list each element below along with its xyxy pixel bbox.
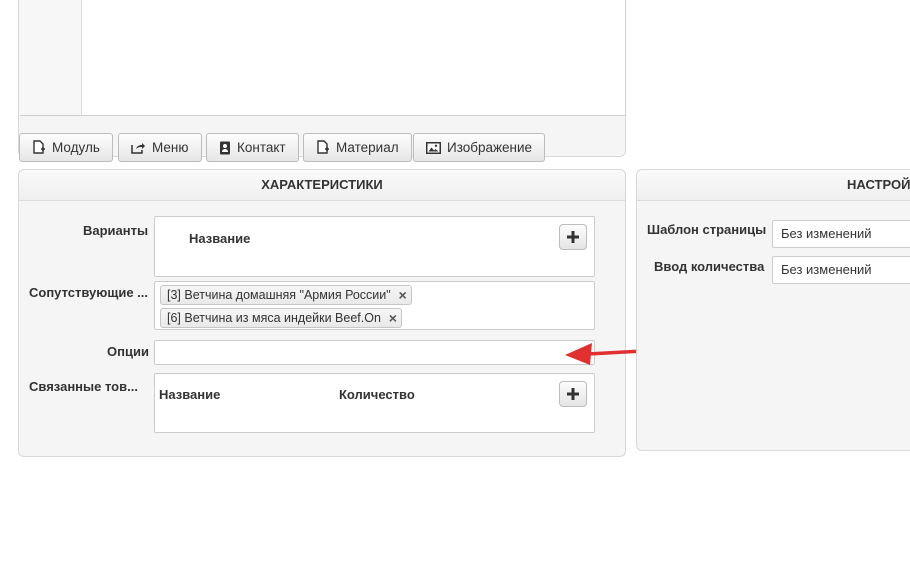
file-plus-icon <box>317 140 329 154</box>
text-editor-area[interactable] <box>20 0 626 116</box>
insert-contact-button[interactable]: Контакт <box>206 133 299 162</box>
insert-article-button[interactable]: Материал <box>303 133 412 162</box>
related-product-tag-label: [6] Ветчина из мяса индейки Beef.On <box>167 311 381 325</box>
share-icon <box>131 143 145 154</box>
settings-title: НАСТРОЙ <box>637 170 910 201</box>
related-product-tag: [3] Ветчина домашняя "Армия России" × <box>160 285 412 305</box>
page-template-label: Шаблон страницы <box>647 222 767 237</box>
related-products-label: Сопутствующие ... <box>29 285 148 300</box>
insert-image-button[interactable]: Изображение <box>413 133 546 162</box>
insert-menu-button[interactable]: Меню <box>118 133 202 162</box>
address-book-icon <box>220 141 230 154</box>
linked-name-column: Название <box>159 387 221 402</box>
insert-module-button[interactable]: Модуль <box>19 133 113 162</box>
variants-table: Название <box>154 216 595 277</box>
remove-tag-icon[interactable]: × <box>389 309 397 327</box>
related-product-tag-label: [3] Ветчина домашняя "Армия России" <box>167 288 391 302</box>
options-input[interactable] <box>154 340 595 365</box>
page-template-select[interactable]: Без изменений <box>772 220 910 248</box>
linked-products-label: Связанные тов... <box>29 379 138 394</box>
variants-name-column: Название <box>189 231 251 246</box>
plus-icon <box>567 231 579 243</box>
qty-input-label: Ввод количества <box>654 259 765 274</box>
file-plus-icon <box>33 140 45 154</box>
insert-menu-label: Меню <box>152 140 189 155</box>
related-products-field[interactable]: [3] Ветчина домашняя "Армия России" × [6… <box>154 281 595 330</box>
characteristics-title: ХАРАКТЕРИСТИКИ <box>19 170 625 201</box>
insert-article-label: Материал <box>336 140 399 155</box>
remove-tag-icon[interactable]: × <box>399 286 407 304</box>
linked-products-table: Название Количество <box>154 373 595 433</box>
linked-qty-column: Количество <box>339 387 415 402</box>
qty-input-select[interactable]: Без изменений <box>772 256 910 284</box>
picture-icon <box>426 141 441 154</box>
insert-contact-label: Контакт <box>237 140 286 155</box>
related-product-tag: [6] Ветчина из мяса индейки Beef.On × <box>160 308 402 328</box>
editor-gutter <box>20 0 82 115</box>
plus-icon <box>567 388 579 400</box>
settings-panel: НАСТРОЙ Шаблон страницы Без изменений Вв… <box>636 169 910 451</box>
add-variant-button[interactable] <box>559 224 587 250</box>
variants-label: Варианты <box>83 223 149 238</box>
insert-module-label: Модуль <box>52 140 100 155</box>
options-label: Опции <box>107 344 149 359</box>
add-linked-product-button[interactable] <box>559 381 587 407</box>
insert-image-label: Изображение <box>447 140 533 155</box>
